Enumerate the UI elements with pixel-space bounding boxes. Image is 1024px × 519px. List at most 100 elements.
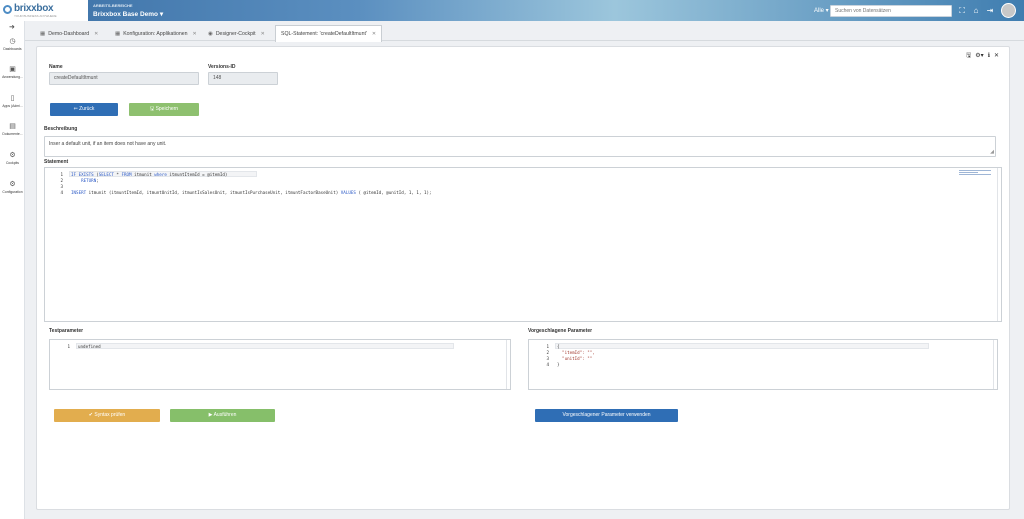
sidebar-toggle-arrow-icon[interactable]: ➜ [9,23,15,31]
suggested-params-editor[interactable]: 1 { 2 "itemId": "", 3 "unitId": "" 4 } [528,339,998,390]
code-line: IF EXISTS (SELECT * FROM itmunit where i… [71,172,228,177]
back-button[interactable]: ⇐ Zurück [50,103,118,116]
minimap[interactable] [959,170,991,175]
search-scope-value: Alle [814,8,825,14]
line-number: 2 [60,178,63,183]
sidebar-item-configuration[interactable]: ⚙ Configuration [0,181,25,203]
tab-konfiguration[interactable]: ▦ Konfiguration: Applikationen ✕ [110,27,202,41]
editor-scrollbar[interactable] [993,340,997,389]
dashboard-icon: ◷ [9,38,16,45]
workspace-value: Brixxbox Base Demo [93,11,159,18]
tab-label: SQL-Statement: 'createDefaultItmunt' [281,31,367,37]
sidebar-item-dokumente[interactable]: ▤ Dokumente... [0,123,25,145]
line-number: 1 [546,344,549,349]
book-icon: ▯ [10,95,15,102]
description-field[interactable]: Inser a default unit, if an item does no… [44,136,996,157]
arrow-left-icon: ⇐ [73,106,78,112]
logo[interactable]: brixxbox YOUR BUSINESS ANYWHERE [0,0,88,21]
avatar[interactable] [1001,3,1016,18]
logo-subtitle: YOUR BUSINESS ANYWHERE [14,14,57,18]
save-icon: 🖫 [149,106,155,112]
current-line-highlight [76,343,454,349]
code-line: "unitId": "" [557,356,593,361]
top-bar: brixxbox YOUR BUSINESS ANYWHERE ARBEITS-… [0,0,1024,21]
test-params-label: Testparameter [49,328,84,334]
cockpit-icon: ◉ [208,31,213,37]
editor-scrollbar[interactable] [506,340,510,389]
line-number: 2 [546,350,549,355]
sidebar-item-label: Dashboards [3,47,22,51]
info-icon[interactable]: ℹ [988,53,990,59]
line-number: 1 [67,344,70,349]
name-field[interactable]: createDefaultItmunt [49,72,199,85]
sidebar-item-anwendungen[interactable]: ▣ Anwendung... [0,66,25,88]
sidebar-item-dashboards[interactable]: ◷ Dashboards [0,38,25,60]
use-suggested-params-button[interactable]: Vorgeschlagener Parameter verwenden [535,409,678,422]
name-label: Name [49,64,63,70]
code-line: } [557,362,560,367]
save-button[interactable]: 🖫 Speichern [129,103,199,116]
settings-dropdown-icon[interactable]: ⚙▾ [975,53,983,59]
save-button-label: Speichern [155,106,179,112]
line-number: 1 [60,172,63,177]
workspace-selector[interactable]: Brixxbox Base Demo ▾ [93,10,163,18]
dashboard-icon: ▦ [40,31,46,37]
app-box-icon: ▣ [9,66,16,73]
resize-handle-icon[interactable]: ◢ [990,149,994,155]
tab-label: Konfiguration: Applikationen [123,31,188,37]
save-icon[interactable]: 🖫 [966,53,971,59]
statement-editor[interactable]: 1 IF EXISTS (SELECT * FROM itmunit where… [44,167,1002,322]
panel-toolbar: 🖫 ⚙▾ ℹ ✕ [962,51,999,61]
code-line: "itemId": "", [557,350,595,355]
check-icon: ✔ [88,412,93,418]
line-number: 3 [60,184,63,189]
documents-icon: ▤ [9,123,16,130]
workspace-label: ARBEITS-BEREICHE [93,3,133,8]
run-button-label: Ausführen [213,412,237,418]
logout-icon[interactable]: ⇥ [985,6,995,16]
tab-designer-cockpit[interactable]: ◉ Designer-Cockpit ✕ [203,27,270,41]
current-line-highlight [555,343,929,349]
search-scope-dropdown[interactable]: Alle ▾ [814,7,829,14]
suggested-params-label: Vorgeschlagene Parameter [528,328,593,334]
home-icon[interactable]: ⌂ [971,6,981,16]
sidebar-item-label: Cockpits [5,161,19,165]
editor-scrollbar[interactable] [997,168,1001,321]
search-box[interactable] [830,5,952,17]
statement-label: Statement [44,159,69,165]
close-icon[interactable]: ✕ [372,31,376,37]
search-input[interactable] [831,6,951,16]
line-number: 3 [546,356,549,361]
close-icon[interactable]: ✕ [193,31,197,37]
check-syntax-button[interactable]: ✔ Syntax prüfen [54,409,160,422]
tab-demo-dashboard[interactable]: ▦ Demo-Dashboard ✕ [35,27,103,41]
sidebar-item-label: Anwendung... [2,75,23,79]
code-line: { [557,344,560,349]
run-button[interactable]: ▶ Ausführen [170,409,275,422]
tab-sql-statement[interactable]: SQL-Statement: 'createDefaultItmunt' ✕ [275,25,383,42]
test-params-editor[interactable]: 1 undefined [49,339,511,390]
close-icon[interactable]: ✕ [94,31,98,37]
cockpit-icon: ⚙ [9,152,16,159]
version-label: Versions-ID [208,64,236,70]
code-line: INSERT itmunit (itmuntItemId, itmuntUnit… [71,190,432,195]
sidebar: ➜ ◷ Dashboards ▣ Anwendung... ▯ Apps (Ad… [0,21,25,519]
chevron-down-icon: ▾ [159,11,164,18]
sidebar-item-cockpits[interactable]: ⚙ Cockpits [0,152,25,174]
code-line: undefined [78,344,101,349]
tab-label: Designer-Cockpit [215,31,256,37]
sidebar-item-apps-admin[interactable]: ▯ Apps (Admi... [0,95,25,117]
tab-bar: ▦ Demo-Dashboard ✕ ▦ Konfiguration: Applika… [25,21,1024,42]
back-button-label: Zurück [79,106,95,112]
sidebar-item-label: Apps (Admi... [2,104,23,108]
close-icon[interactable]: ✕ [994,53,999,59]
description-value: Inser a default unit, if an item does no… [49,141,167,147]
play-icon: ▶ [208,412,213,418]
line-number: 4 [60,190,63,195]
code-line: RETURN; [81,178,99,183]
version-field[interactable]: 148 [208,72,278,85]
fullscreen-icon[interactable]: ⛶ [957,6,967,16]
close-icon[interactable]: ✕ [261,31,265,37]
main-panel: 🖫 ⚙▾ ℹ ✕ Name createDefaultItmunt Versions-… [36,46,1010,510]
sidebar-item-label: Dokumente... [2,132,23,136]
